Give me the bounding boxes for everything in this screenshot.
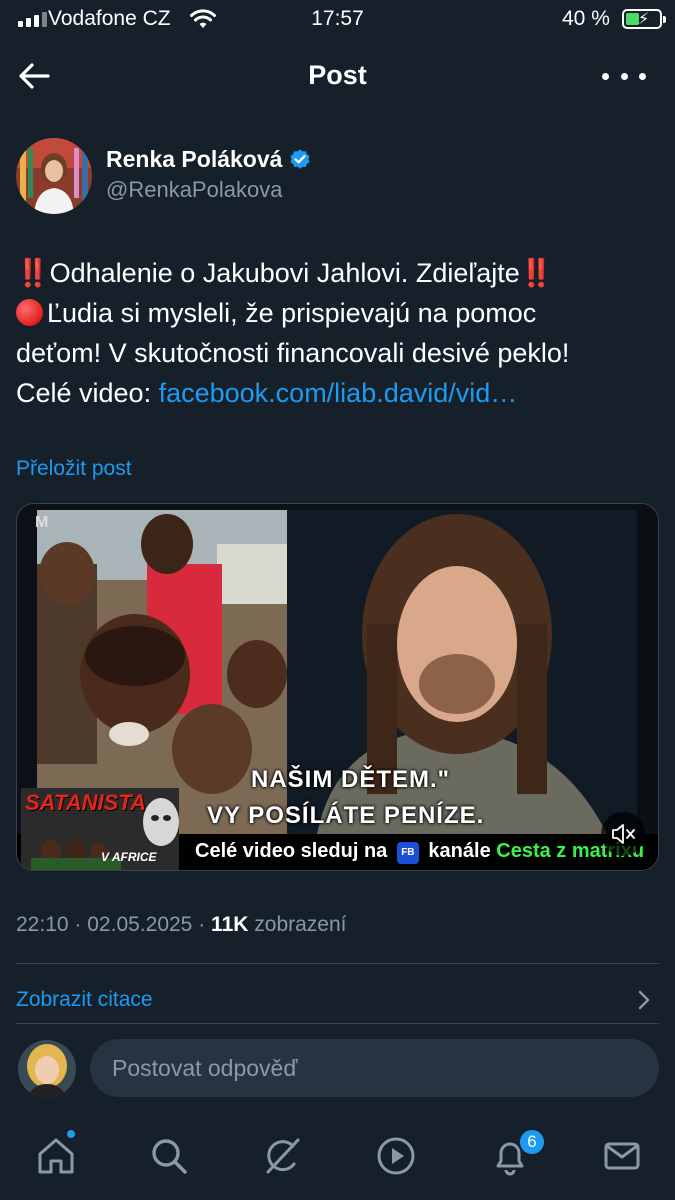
top-nav: Post (0, 46, 675, 106)
notification-count-badge: 6 (518, 1128, 546, 1156)
video-caption-line: VY POSÍLÁTE PENÍZE. (207, 802, 485, 829)
home-unread-dot (67, 1130, 75, 1138)
divider (16, 963, 659, 964)
red-circle-emoji (16, 299, 43, 326)
author-name[interactable]: Renka Poláková (106, 146, 312, 173)
mail-icon (604, 1142, 640, 1170)
views-count[interactable]: 11K (211, 913, 248, 936)
bottom-tab-bar: 6 (0, 1114, 675, 1200)
watermark: M (35, 514, 49, 531)
views-label: zobrazení (254, 913, 347, 936)
post-text-line: Celé video: (16, 378, 159, 408)
play-circle-icon (377, 1137, 415, 1175)
thumbnail-subtitle: V AFRICE (101, 850, 157, 864)
double-exclamation-emoji: ‼️ (519, 258, 554, 288)
more-horizontal-icon (602, 72, 609, 80)
volume-muted-icon (612, 824, 635, 844)
tab-search[interactable] (147, 1134, 191, 1178)
post-meta: 22:10 · 02.05.2025 · 11K zobrazení (16, 913, 347, 936)
tab-grok[interactable] (260, 1134, 304, 1178)
search-icon (152, 1139, 187, 1174)
tab-messages[interactable] (600, 1134, 644, 1178)
thumbnail-title: SATANISTA (25, 790, 146, 815)
chevron-right-icon[interactable] (634, 988, 654, 1012)
battery-icon: ⚡ (622, 9, 666, 29)
double-exclamation-emoji: ‼️ (16, 258, 50, 288)
tab-video[interactable] (374, 1134, 418, 1178)
post-text-line: Odhalenie o Jakubovi Jahlovi. Zdieľajte (49, 258, 520, 288)
post-link[interactable]: facebook.com/liab.david/vid… (159, 378, 518, 408)
status-bar: Vodafone CZ 17:57 40 % ⚡ (0, 0, 675, 40)
page-title: Post (308, 60, 367, 90)
video-player[interactable]: M NAŠIM DĚTEM." VY POSÍLÁTE PENÍZE. Celé… (16, 503, 659, 871)
user-avatar[interactable] (18, 1040, 76, 1098)
battery-percentage: 40 % (562, 7, 610, 30)
video-thumbnail-inset: SATANISTA V AFRICE (21, 788, 179, 870)
mute-button[interactable] (601, 812, 645, 856)
post-date: 02.05.2025 (87, 913, 193, 936)
facebook-badge: FB (396, 842, 419, 864)
translate-post-link[interactable]: Přeložit post (16, 457, 132, 481)
post-text-line: Ľudia si mysleli, že prispievajú na pomo… (47, 298, 537, 328)
home-icon (38, 1138, 74, 1174)
post-time: 22:10 (16, 913, 69, 936)
post-text-line: deťom! V skutočnosti financovali desivé … (16, 338, 570, 368)
grok-icon (266, 1138, 300, 1174)
divider (16, 1023, 659, 1024)
video-caption-line: NAŠIM DĚTEM." (251, 766, 451, 793)
tab-home[interactable] (34, 1134, 78, 1178)
author-avatar[interactable] (16, 138, 92, 214)
reply-input[interactable] (90, 1039, 659, 1097)
post-body: ‼️ Odhalenie o Jakubovi Jahlovi. Zdieľajt… (16, 253, 661, 413)
more-options-button[interactable] (602, 58, 646, 94)
verified-badge-icon (290, 149, 310, 169)
author-handle[interactable]: @RenkaPolakova (106, 177, 282, 203)
view-quotes-link[interactable]: Zobrazit citace (16, 988, 153, 1012)
